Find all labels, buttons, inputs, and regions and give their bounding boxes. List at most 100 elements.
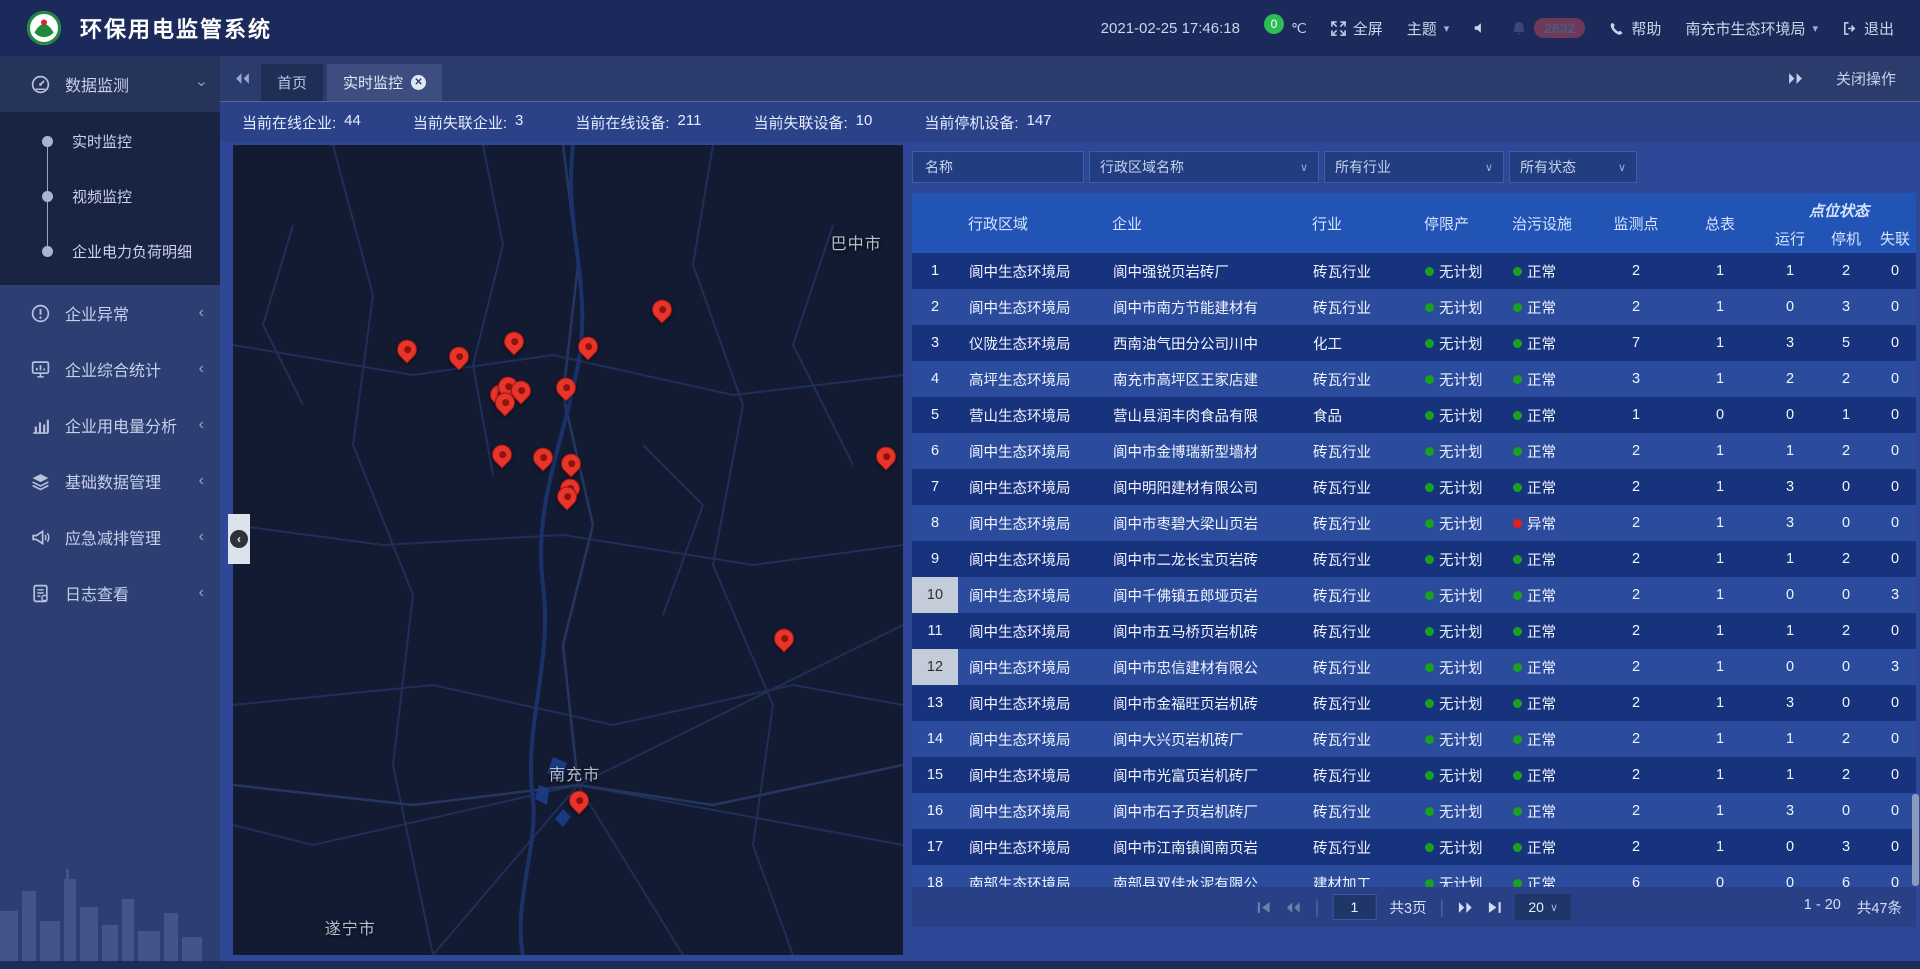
page-size-select[interactable]: 20 ∨ bbox=[1515, 894, 1571, 920]
prev-page-button[interactable] bbox=[1285, 901, 1302, 914]
sidebar-collapse-button[interactable]: ‹ bbox=[228, 514, 250, 564]
bullet-icon bbox=[42, 191, 53, 202]
tab-close-icon[interactable]: ✕ bbox=[411, 75, 426, 90]
col-production: 停限产 bbox=[1414, 193, 1502, 253]
theme-label: 主题 bbox=[1407, 18, 1437, 39]
sidebar-item-企业综合统计[interactable]: 企业综合统计 ‹ bbox=[0, 341, 220, 397]
table-row[interactable]: 3 仪陇生态环境局 西南油气田分公司川中 化工 无计划 正常 7 1 3 5 0 bbox=[912, 325, 1916, 361]
last-page-button[interactable] bbox=[1487, 901, 1502, 914]
logout-button[interactable]: 退出 bbox=[1842, 18, 1894, 39]
status-dot-icon bbox=[1425, 663, 1434, 672]
tabs-scroll-left-icon[interactable] bbox=[234, 72, 251, 85]
row-running: 1 bbox=[1762, 253, 1818, 289]
table-row[interactable]: 14 阆中生态环境局 阆中大兴页岩机砖厂 砖瓦行业 无计划 正常 2 1 1 2… bbox=[912, 721, 1916, 757]
table-row[interactable]: 8 阆中生态环境局 阆中市枣碧大梁山页岩 砖瓦行业 无计划 异常 2 1 3 0… bbox=[912, 505, 1916, 541]
row-running: 1 bbox=[1762, 541, 1818, 577]
row-offline: 0 bbox=[1874, 613, 1916, 649]
sidebar-item-日志查看[interactable]: 日志查看 ‹ bbox=[0, 565, 220, 621]
row-facility-status: 异常 bbox=[1502, 505, 1594, 541]
notifications-button[interactable]: 2632 bbox=[1511, 18, 1585, 38]
row-meters: 1 bbox=[1678, 613, 1762, 649]
table-row[interactable]: 18 南部生态环境局 南部县双佳水泥有限公 建材加工 无计划 正常 6 0 0 … bbox=[912, 865, 1916, 887]
row-monitor-points: 2 bbox=[1594, 721, 1678, 757]
row-monitor-points: 2 bbox=[1594, 829, 1678, 865]
table-row[interactable]: 9 阆中生态环境局 阆中市二龙长宝页岩砖 砖瓦行业 无计划 正常 2 1 1 2… bbox=[912, 541, 1916, 577]
org-dropdown[interactable]: 南充市生态环境局 ▾ bbox=[1685, 18, 1818, 39]
chevron-icon: ‹ bbox=[199, 417, 204, 433]
map-panel[interactable]: 巴中市南充市遂宁市 bbox=[233, 145, 903, 955]
table-row[interactable]: 7 阆中生态环境局 阆中明阳建材有限公司 砖瓦行业 无计划 正常 2 1 3 0… bbox=[912, 469, 1916, 505]
table-body: 1 阆中生态环境局 阆中强锐页岩砖厂 砖瓦行业 无计划 正常 2 1 1 2 0… bbox=[912, 253, 1916, 887]
table-row[interactable]: 4 高坪生态环境局 南充市高坪区王家店建 砖瓦行业 无计划 正常 3 1 2 2… bbox=[912, 361, 1916, 397]
datetime-text: 2021-02-25 17:46:18 bbox=[1101, 20, 1240, 37]
row-index: 7 bbox=[912, 469, 958, 505]
close-operations-button[interactable]: 关闭操作 bbox=[1836, 68, 1896, 89]
fullscreen-button[interactable]: 全屏 bbox=[1331, 18, 1383, 39]
sidebar-item-企业用电量分析[interactable]: 企业用电量分析 ‹ bbox=[0, 397, 220, 453]
row-facility-status: 正常 bbox=[1502, 793, 1594, 829]
row-monitor-points: 1 bbox=[1594, 397, 1678, 433]
tab-实时监控[interactable]: 实时监控 ✕ bbox=[327, 64, 442, 101]
table-row[interactable]: 17 阆中生态环境局 阆中市江南镇阆南页岩 砖瓦行业 无计划 正常 2 1 0 … bbox=[912, 829, 1916, 865]
table-row[interactable]: 2 阆中生态环境局 阆中市南方节能建材有 砖瓦行业 无计划 正常 2 1 0 3… bbox=[912, 289, 1916, 325]
sidebar-subitem-视频监控[interactable]: 视频监控 bbox=[0, 169, 220, 224]
row-industry: 砖瓦行业 bbox=[1302, 253, 1414, 289]
datetime: 2021-02-25 17:46:18 bbox=[1101, 20, 1240, 37]
row-stopped: 5 bbox=[1818, 325, 1874, 361]
sidebar-subitem-企业电力负荷明细[interactable]: 企业电力负荷明细 bbox=[0, 224, 220, 279]
row-stopped: 0 bbox=[1818, 505, 1874, 541]
table-row[interactable]: 5 营山生态环境局 营山县润丰肉食品有限 食品 无计划 正常 1 0 0 1 0 bbox=[912, 397, 1916, 433]
status-dot-icon bbox=[1513, 555, 1522, 564]
first-page-button[interactable] bbox=[1257, 901, 1272, 914]
name-filter-field[interactable] bbox=[912, 151, 1084, 183]
row-offline: 0 bbox=[1874, 793, 1916, 829]
table-scrollbar-thumb[interactable] bbox=[1912, 794, 1919, 886]
page-number-input[interactable] bbox=[1332, 894, 1376, 920]
gauge-icon bbox=[30, 74, 51, 95]
table-row[interactable]: 11 阆中生态环境局 阆中市五马桥页岩机砖 砖瓦行业 无计划 正常 2 1 1 … bbox=[912, 613, 1916, 649]
table-header: 行政区域 企业 行业 停限产 治污设施 监测点 总表 点位状态 运行 停机 失联 bbox=[912, 193, 1916, 253]
row-running: 0 bbox=[1762, 577, 1818, 613]
sidebar-item-label: 基础数据管理 bbox=[65, 469, 161, 493]
sidebar-item-企业异常[interactable]: 企业异常 ‹ bbox=[0, 285, 220, 341]
name-search-input[interactable] bbox=[923, 158, 1073, 176]
row-facility-status: 正常 bbox=[1502, 757, 1594, 793]
row-production-status: 无计划 bbox=[1414, 613, 1502, 649]
total-records-label: 共47条 bbox=[1857, 897, 1902, 918]
table-row[interactable]: 6 阆中生态环境局 阆中市金博瑞新型墙材 砖瓦行业 无计划 正常 2 1 1 2… bbox=[912, 433, 1916, 469]
status-dot-icon bbox=[1425, 303, 1434, 312]
row-region: 阆中生态环境局 bbox=[958, 793, 1102, 829]
region-select[interactable]: 行政区域名称 ∨ bbox=[1089, 151, 1319, 183]
row-industry: 砖瓦行业 bbox=[1302, 721, 1414, 757]
row-production-status: 无计划 bbox=[1414, 289, 1502, 325]
table-row[interactable]: 13 阆中生态环境局 阆中市金福旺页岩机砖 砖瓦行业 无计划 正常 2 1 3 … bbox=[912, 685, 1916, 721]
row-facility-status: 正常 bbox=[1502, 433, 1594, 469]
status-select[interactable]: 所有状态 ∨ bbox=[1509, 151, 1637, 183]
table-row[interactable]: 16 阆中生态环境局 阆中市石子页岩机砖厂 砖瓦行业 无计划 正常 2 1 3 … bbox=[912, 793, 1916, 829]
sidebar-item-应急减排管理[interactable]: 应急减排管理 ‹ bbox=[0, 509, 220, 565]
next-page-button[interactable] bbox=[1457, 901, 1474, 914]
sidebar-item-数据监测[interactable]: 数据监测 ‹ bbox=[0, 56, 220, 112]
table-row[interactable]: 10 阆中生态环境局 阆中千佛镇五郎垭页岩 砖瓦行业 无计划 正常 2 1 0 … bbox=[912, 577, 1916, 613]
table-row[interactable]: 1 阆中生态环境局 阆中强锐页岩砖厂 砖瓦行业 无计划 正常 2 1 1 2 0 bbox=[912, 253, 1916, 289]
theme-dropdown[interactable]: 主题 ▾ bbox=[1407, 18, 1450, 39]
sidebar-subitem-实时监控[interactable]: 实时监控 bbox=[0, 114, 220, 169]
notification-count-badge: 2632 bbox=[1534, 18, 1585, 38]
row-production-status: 无计划 bbox=[1414, 793, 1502, 829]
row-meters: 1 bbox=[1678, 829, 1762, 865]
industry-select[interactable]: 所有行业 ∨ bbox=[1324, 151, 1504, 183]
row-offline: 0 bbox=[1874, 685, 1916, 721]
sidebar-item-基础数据管理[interactable]: 基础数据管理 ‹ bbox=[0, 453, 220, 509]
row-offline: 3 bbox=[1874, 649, 1916, 685]
sidebar-item-label: 数据监测 bbox=[65, 72, 129, 96]
table-row[interactable]: 15 阆中生态环境局 阆中市光富页岩机砖厂 砖瓦行业 无计划 正常 2 1 1 … bbox=[912, 757, 1916, 793]
row-index: 5 bbox=[912, 397, 958, 433]
help-button[interactable]: 帮助 bbox=[1609, 18, 1661, 39]
chevron-down-icon: ∨ bbox=[1300, 161, 1308, 174]
table-row[interactable]: 12 阆中生态环境局 阆中市忠信建材有限公 砖瓦行业 无计划 正常 2 1 0 … bbox=[912, 649, 1916, 685]
mute-button[interactable] bbox=[1473, 21, 1487, 35]
tab-首页[interactable]: 首页 bbox=[261, 64, 323, 101]
row-region: 阆中生态环境局 bbox=[958, 829, 1102, 865]
tabs-scroll-right-icon[interactable] bbox=[1787, 72, 1804, 85]
status-dot-icon bbox=[1425, 519, 1434, 528]
